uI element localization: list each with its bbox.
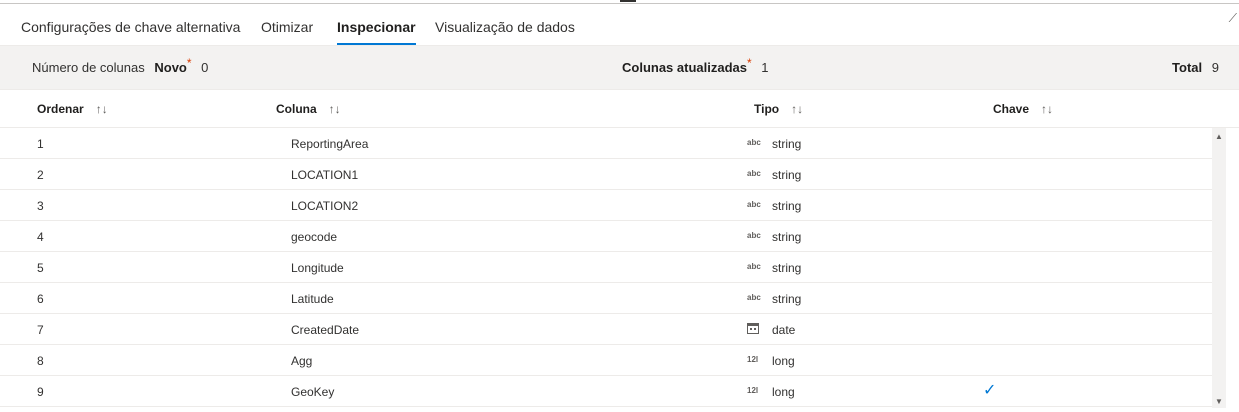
tab-bar: Configurações de chave alternativa Otimi…: [0, 10, 1239, 45]
sort-icon[interactable]: ↑↓: [791, 102, 803, 116]
type-string-icon: abc: [747, 138, 761, 147]
column-name-cell: Latitude: [291, 292, 334, 306]
column-name-cell: CreatedDate: [291, 323, 360, 337]
column-name-cell: ReportingArea: [291, 137, 369, 151]
scroll-up-arrow-icon[interactable]: ▲: [1215, 132, 1223, 141]
order-column-header[interactable]: Ordenar ↑↓: [37, 102, 108, 116]
type-cell: long: [772, 385, 795, 399]
column-table-body: 1 ReportingArea abc string 2 LOCATION1 abc stri…: [0, 128, 1212, 407]
top-border: [0, 3, 1239, 4]
key-column-header[interactable]: Chave ↑↓: [993, 102, 1053, 116]
column-name-cell: GeoKey: [291, 385, 335, 399]
table-row[interactable]: 6 Latitude abc string: [0, 283, 1212, 314]
updated-columns-summary: Colunas atualizadas* 1: [622, 56, 769, 75]
column-name-cell: Longitude: [291, 261, 344, 275]
tab-data-preview[interactable]: Visualização de dados: [435, 10, 575, 44]
table-row[interactable]: 1 ReportingArea abc string: [0, 128, 1212, 159]
panel-resize-handle[interactable]: [620, 0, 636, 2]
type-cell: date: [772, 323, 796, 337]
table-row[interactable]: 4 geocode abc string: [0, 221, 1212, 252]
order-cell: 5: [37, 261, 44, 275]
updated-value: 1: [761, 60, 769, 75]
column-name-cell: Agg: [291, 354, 313, 368]
type-long-icon: 12l: [747, 386, 759, 395]
type-cell: string: [772, 199, 802, 213]
tab-label: Otimizar: [261, 19, 314, 35]
order-cell: 7: [37, 323, 44, 337]
column-name-cell: LOCATION2: [291, 199, 359, 213]
type-long-icon: 12l: [747, 355, 759, 364]
calendar-icon: [747, 322, 759, 334]
type-string-icon: abc: [747, 231, 761, 240]
column-header-label: Coluna: [276, 102, 317, 116]
type-string-icon: abc: [747, 262, 761, 271]
order-cell: 8: [37, 354, 44, 368]
type-string-icon: abc: [747, 169, 761, 178]
table-row[interactable]: 3 LOCATION2 abc string: [0, 190, 1212, 221]
tab-alternate-key-settings[interactable]: Configurações de chave alternativa: [21, 10, 240, 44]
type-cell: long: [772, 354, 795, 368]
total-label: Total: [1172, 60, 1203, 75]
new-marker: *: [186, 56, 192, 70]
table-row[interactable]: 5 Longitude abc string: [0, 252, 1212, 283]
key-checkmark-icon: ✓: [983, 382, 997, 399]
type-cell: string: [772, 261, 802, 275]
table-row[interactable]: 7 CreatedDate date: [0, 314, 1212, 345]
column-summary-bar: Número de colunas Novo* 0 Colunas atuali…: [0, 45, 1239, 90]
scroll-down-arrow-icon[interactable]: ▼: [1215, 397, 1223, 406]
order-cell: 2: [37, 168, 44, 182]
column-name-cell: LOCATION1: [291, 168, 359, 182]
table-header: Ordenar ↑↓ Coluna ↑↓ Tipo ↑↓ Chave ↑↓: [0, 93, 1239, 128]
vertical-scrollbar[interactable]: ▲ ▼: [1212, 128, 1226, 408]
updated-label: Colunas atualizadas: [622, 60, 747, 75]
tab-label: Inspecionar: [337, 19, 416, 35]
table-row[interactable]: 9 GeoKey 12l long ✓: [0, 376, 1212, 407]
type-cell: string: [772, 292, 802, 306]
new-value: 0: [201, 60, 209, 75]
type-cell: string: [772, 168, 802, 182]
order-cell: 9: [37, 385, 44, 399]
type-cell: string: [772, 137, 802, 151]
order-header-label: Ordenar: [37, 102, 84, 116]
order-cell: 6: [37, 292, 44, 306]
total-columns-summary: Total 9: [1172, 60, 1219, 75]
tab-inspect[interactable]: Inspecionar: [337, 10, 416, 45]
total-value: 9: [1211, 60, 1219, 75]
sort-icon[interactable]: ↑↓: [329, 102, 341, 116]
type-string-icon: abc: [747, 293, 761, 302]
type-cell: string: [772, 230, 802, 244]
table-row[interactable]: 2 LOCATION1 abc string: [0, 159, 1212, 190]
table-row[interactable]: 8 Agg 12l long: [0, 345, 1212, 376]
tab-optimize[interactable]: Otimizar: [261, 10, 313, 44]
column-count-summary: Número de colunas Novo* 0: [32, 56, 209, 75]
order-cell: 1: [37, 137, 44, 151]
key-header-label: Chave: [993, 102, 1030, 116]
sort-icon[interactable]: ↑↓: [96, 102, 108, 116]
sort-icon[interactable]: ↑↓: [1041, 102, 1053, 116]
column-name-header[interactable]: Coluna ↑↓: [276, 102, 341, 116]
tab-label: Visualização de dados: [435, 19, 575, 35]
new-label: Novo: [154, 60, 187, 75]
column-name-cell: geocode: [291, 230, 338, 244]
order-cell: 3: [37, 199, 44, 213]
type-string-icon: abc: [747, 200, 761, 209]
tab-label: Configurações de chave alternativa: [21, 19, 241, 35]
columns-label: Número de colunas: [32, 60, 145, 75]
updated-marker: *: [746, 56, 752, 70]
type-header-label: Tipo: [754, 102, 780, 116]
type-column-header[interactable]: Tipo ↑↓: [754, 102, 803, 116]
order-cell: 4: [37, 230, 44, 244]
